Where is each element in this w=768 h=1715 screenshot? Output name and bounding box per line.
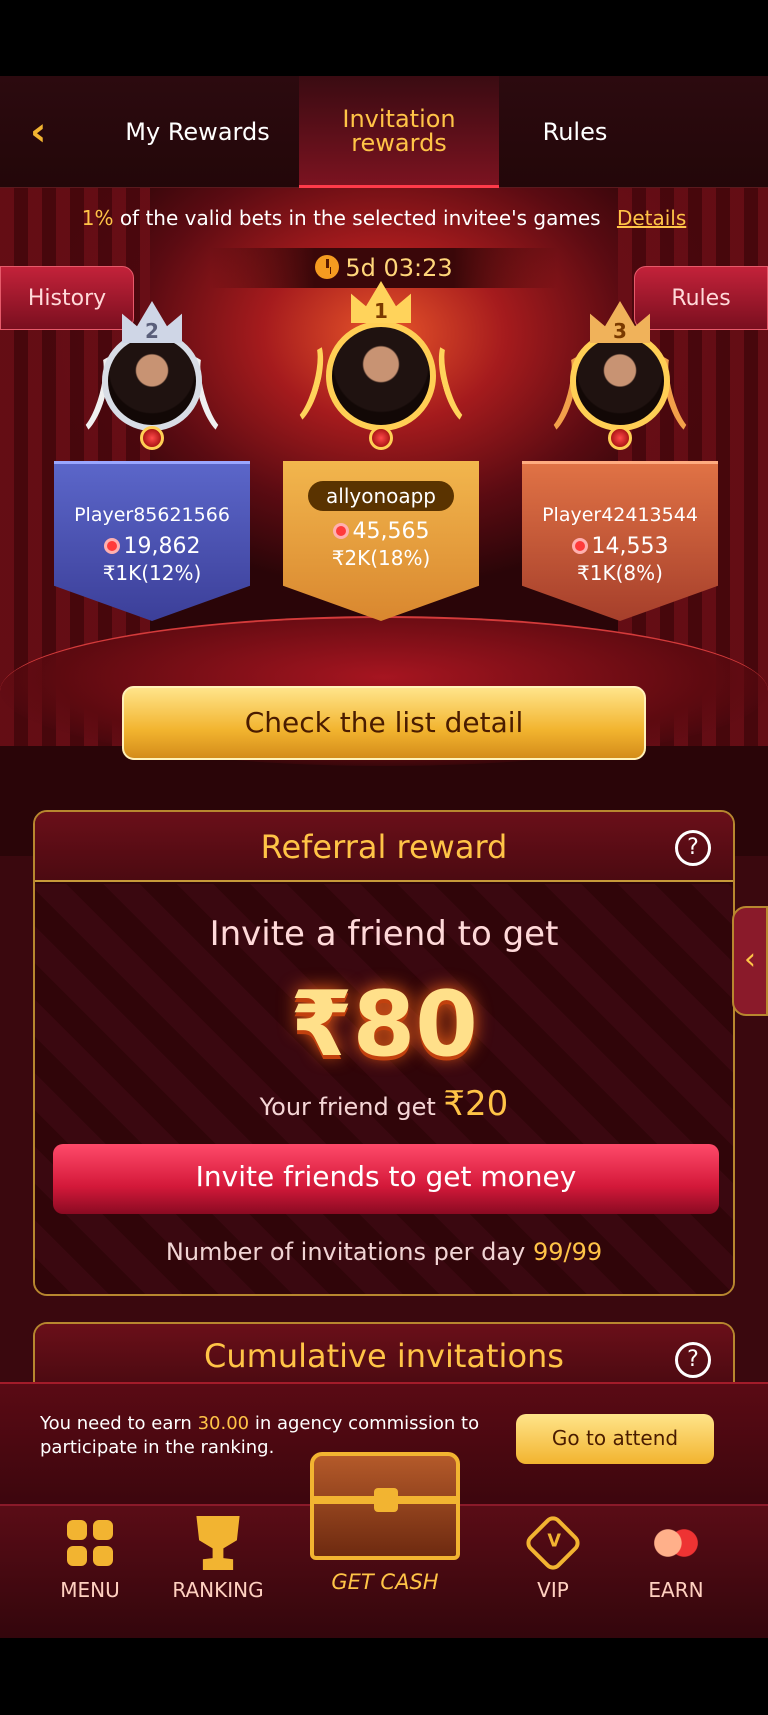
friend-label: Your friend get [259, 1093, 436, 1121]
score-value: 14,553 [591, 534, 669, 559]
timer-value: 5d 03:23 [345, 254, 453, 282]
nav-vip-label: VIP [537, 1578, 569, 1602]
menu-grid-icon [63, 1516, 117, 1570]
crown-icon: 1 [351, 281, 411, 323]
invitations-per-day: Number of invitations per day 99/99 [35, 1238, 733, 1266]
nav-menu-label: MENU [60, 1578, 120, 1602]
avatar [570, 331, 670, 431]
check-list-detail-button[interactable]: Check the list detail [122, 686, 646, 760]
card-header: Referral reward ? [35, 812, 733, 882]
rank-number: 2 [145, 319, 159, 343]
podium-rank-1[interactable]: 1 allyonoapp 45,565 ₹2K(18%) [274, 281, 488, 621]
score-value: 45,565 [352, 519, 430, 544]
vip-glyph: V [547, 1531, 561, 1552]
alarm-clock-icon [315, 255, 340, 279]
chevron-left-icon[interactable]: ‹ [30, 112, 70, 152]
per-day-count: 99/99 [532, 1238, 603, 1266]
side-drawer-tab[interactable]: ‹ [732, 906, 768, 1016]
nav-earn-label: EARN [648, 1578, 704, 1602]
player-score: 45,565 [283, 519, 479, 544]
wing-left-icon [274, 333, 332, 429]
vip-badge-icon: V [522, 1512, 584, 1574]
nav-get-cash-label: GET CASH [331, 1570, 439, 1594]
crown-icon: 2 [122, 301, 182, 343]
card-header: Cumulative invitations ? [35, 1324, 733, 1382]
player-score: 19,862 [54, 534, 250, 559]
chip-icon [571, 538, 588, 554]
player-name: Player42413544 [542, 504, 698, 526]
nav-vip[interactable]: V VIP [493, 1512, 613, 1602]
player-plaque: allyonoapp 45,565 ₹2K(18%) [283, 461, 479, 621]
tab-my-rewards[interactable]: My Rewards [110, 76, 285, 188]
invite-headline: Invite a friend to get [209, 914, 559, 954]
score-value: 19,862 [123, 534, 201, 559]
wing-right-icon [430, 333, 488, 429]
agency-amount: 30.00 [197, 1413, 250, 1434]
friend-amount: ₹20 [443, 1084, 509, 1124]
app-screen: ‹ My Rewards Invitation rewards Rules 1%… [0, 76, 768, 1638]
per-day-label: Number of invitations per day [165, 1238, 526, 1266]
nav-menu[interactable]: MENU [30, 1516, 150, 1602]
card-title: Referral reward [260, 828, 508, 866]
rank-number: 1 [374, 299, 388, 323]
card-title: Cumulative invitations [204, 1337, 564, 1375]
bet-notice: 1% of the valid bets in the selected inv… [0, 206, 768, 230]
player-name: allyonoapp [308, 481, 454, 511]
notice-percent: 1% [81, 206, 114, 230]
help-icon[interactable]: ? [675, 1342, 711, 1378]
referral-reward-card: Referral reward ? Invite a friend to get… [33, 810, 735, 1296]
player-reward: ₹2K(18%) [331, 546, 431, 570]
avatar [102, 331, 202, 431]
tab-invitation-rewards[interactable]: Invitation rewards [299, 76, 499, 188]
player-plaque: Player85621566 19,862 ₹1K(12%) [54, 461, 250, 621]
player-plaque: Player42413544 14,553 ₹1K(8%) [522, 461, 718, 621]
trophy-icon [196, 1516, 240, 1570]
top-bar: ‹ My Rewards Invitation rewards Rules [0, 76, 768, 188]
rank-number: 3 [613, 319, 627, 343]
podium-rank-3[interactable]: 3 Player42413544 14,553 ₹1K(8%) [515, 301, 725, 621]
gold-medal-frame: 1 [274, 281, 488, 461]
nav-get-cash[interactable]: GET CASH [290, 1452, 480, 1636]
invite-friends-button[interactable]: Invite friends to get money [53, 1144, 719, 1214]
player-reward: ₹1K(12%) [102, 561, 202, 585]
player-score: 14,553 [522, 534, 718, 559]
cumulative-invitations-card: Cumulative invitations ? [33, 1322, 735, 1382]
treasure-chest-icon [310, 1452, 460, 1560]
gem-icon [608, 426, 632, 450]
friend-reward: Your friend get ₹20 [35, 1084, 733, 1124]
nav-earn[interactable]: EARN [616, 1516, 736, 1602]
card-body: Invite a friend to get ₹80 Your friend g… [35, 884, 733, 1294]
player-reward: ₹1K(8%) [577, 561, 663, 585]
gem-icon [369, 426, 393, 450]
podium-rank-2[interactable]: 2 Player85621566 19,862 ₹1K(12%) [47, 301, 257, 621]
chip-icon [332, 523, 349, 539]
bronze-medal-frame: 3 [528, 301, 712, 461]
gem-icon [140, 426, 164, 450]
nav-ranking-label: RANKING [172, 1578, 264, 1602]
chip-icon [103, 538, 120, 554]
tab-rules[interactable]: Rules [515, 76, 635, 188]
crown-icon: 3 [590, 301, 650, 343]
help-icon[interactable]: ? [675, 830, 711, 866]
nav-ranking[interactable]: RANKING [158, 1516, 278, 1602]
reward-amount: ₹80 [290, 972, 478, 1077]
go-to-attend-button[interactable]: Go to attend [516, 1414, 714, 1464]
agency-text-before: You need to earn [40, 1413, 192, 1434]
handshake-icon [649, 1516, 703, 1570]
avatar [326, 321, 436, 431]
notice-text: of the valid bets in the selected invite… [119, 206, 601, 230]
details-link[interactable]: Details [617, 206, 686, 230]
player-name: Player85621566 [74, 504, 230, 526]
silver-medal-frame: 2 [60, 301, 244, 461]
